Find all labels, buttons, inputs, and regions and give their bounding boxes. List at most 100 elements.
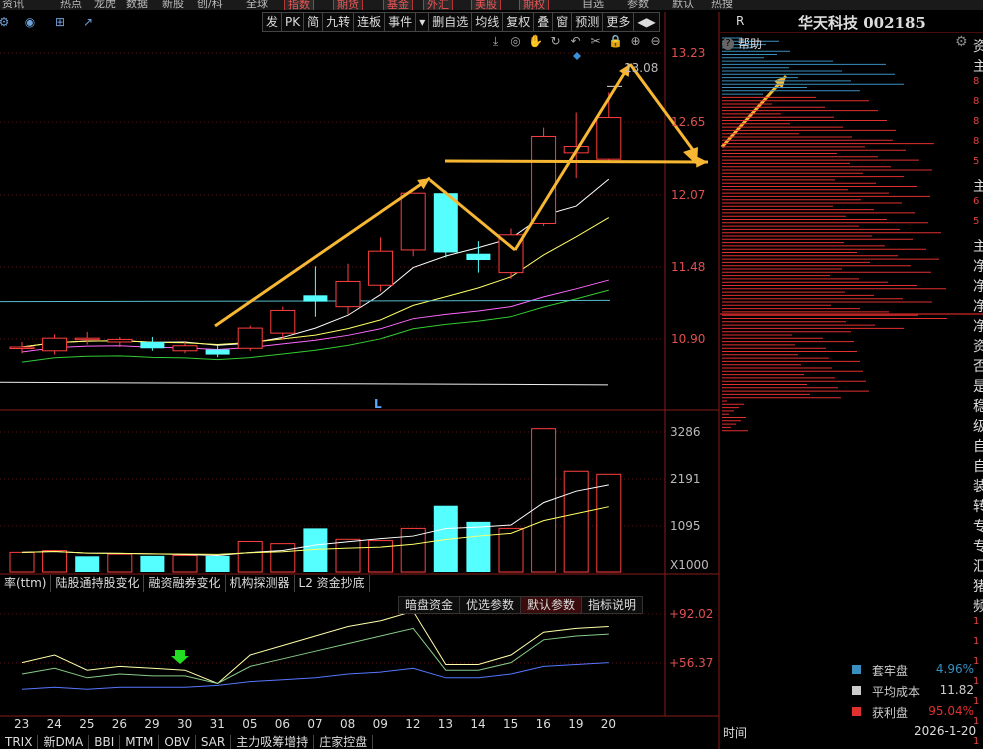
volume-bar	[498, 527, 524, 573]
candle-body	[531, 135, 557, 224]
top-nav-item[interactable]: 期货	[333, 0, 363, 10]
help-button[interactable]: ? 帮助	[722, 35, 762, 52]
top-nav-item[interactable]: 默认	[672, 0, 694, 10]
bottom-tab[interactable]: TRIX	[0, 735, 39, 749]
param-tab[interactable]: 默认参数	[520, 596, 583, 614]
edge-char: 自	[973, 439, 983, 455]
edge-char: 1	[973, 676, 980, 687]
top-nav-item[interactable]: 热搜	[711, 0, 733, 10]
gear-icon[interactable]: ⚙	[0, 12, 14, 32]
top-nav-item[interactable]: 参数	[627, 0, 649, 10]
edge-char: 是	[973, 379, 983, 395]
chart-tab[interactable]: 事件	[384, 12, 417, 32]
annotation-line	[628, 63, 695, 151]
top-nav-item[interactable]: 全球	[246, 0, 268, 10]
legend-row: 获利盘 95.04%	[850, 704, 974, 720]
top-nav-item[interactable]: 基金	[383, 0, 413, 10]
zoom-in-icon[interactable]: ⊕	[628, 34, 643, 49]
share-icon[interactable]: ↗	[78, 12, 98, 32]
top-nav-item[interactable]: 新股	[162, 0, 184, 10]
chart-tab[interactable]: 叠	[533, 12, 554, 32]
bottom-tab[interactable]: BBI	[89, 735, 121, 749]
stock-title: 华天科技 002185	[798, 14, 926, 32]
lock-icon[interactable]: 🔒	[608, 34, 623, 49]
chart-tab[interactable]: 均线	[471, 12, 504, 32]
eye-icon[interactable]: ◉	[20, 12, 40, 32]
indicator-tab[interactable]: 融资融券变化	[144, 575, 226, 592]
edge-char: 专	[973, 539, 983, 555]
chart-tab[interactable]: 连板	[353, 12, 386, 32]
chart-tab[interactable]: 简	[303, 12, 324, 32]
edge-char: 8	[973, 96, 980, 107]
top-nav-item[interactable]: 自选	[582, 0, 604, 10]
indicator-line-2	[21, 627, 609, 685]
param-tab[interactable]: 指标说明	[581, 596, 644, 614]
indicator-tab[interactable]: L2 资金抄底	[295, 575, 370, 592]
edge-char: 主	[973, 59, 983, 75]
bottom-tab[interactable]: 庄家控盘	[314, 735, 374, 749]
volume-bar	[140, 555, 165, 572]
top-nav-item[interactable]: 资讯	[2, 0, 24, 10]
indicator-tab[interactable]: 机构探测器	[226, 575, 295, 592]
zoom-out-icon[interactable]: ⊖	[648, 34, 663, 49]
indicator-line-3	[21, 662, 609, 690]
bottom-tab[interactable]: 主力吸筹增持	[231, 735, 315, 749]
annotation-arrow-head	[417, 178, 430, 190]
indicator-tab[interactable]: 陆股通持股变化	[51, 575, 145, 592]
edge-char: 频	[973, 599, 983, 615]
edge-char: 自	[973, 459, 983, 475]
high-price-label: 13.08	[624, 61, 659, 75]
edge-char: 级	[973, 419, 983, 435]
candle-body	[42, 337, 68, 352]
chart-tab[interactable]: PK	[281, 12, 305, 32]
chart-tab[interactable]: 更多	[602, 12, 635, 32]
param-tab[interactable]: 暗盘资金	[398, 596, 461, 614]
top-nav-item[interactable]: 指数	[284, 0, 314, 10]
chart-tab[interactable]: ◀▶	[633, 12, 660, 32]
bottom-tab[interactable]: SAR	[196, 735, 232, 749]
chart-tab[interactable]: 窗	[552, 12, 573, 32]
pin-icon[interactable]: ⤓	[488, 34, 503, 49]
top-nav-item[interactable]: 期权	[519, 0, 549, 10]
candle-body	[400, 192, 426, 251]
settings-icon[interactable]: ⚙	[955, 34, 968, 50]
bottom-tab[interactable]: 新DMA	[38, 735, 90, 749]
scissors-icon[interactable]: ✂	[588, 34, 603, 49]
undo-icon[interactable]: ↶	[568, 34, 583, 49]
bottom-tab[interactable]: OBV	[159, 735, 196, 749]
edge-char: 资	[973, 339, 983, 355]
volume-tick-label: 3286	[670, 425, 701, 439]
candle-body	[237, 327, 263, 349]
date-label: 15	[503, 717, 519, 731]
chart-tab[interactable]: 发	[262, 12, 283, 32]
indicator-tab[interactable]: 率(ttm)	[0, 575, 52, 592]
legend-value: 11.82	[939, 683, 974, 697]
candle-body	[140, 341, 165, 349]
chart-tab[interactable]: 复权	[502, 12, 535, 32]
top-nav-item[interactable]: 美股	[471, 0, 501, 10]
buy-arrow-icon	[171, 650, 189, 664]
bottom-tab[interactable]: MTM	[120, 735, 160, 749]
eye-icon[interactable]: ◎	[508, 34, 523, 49]
indicator-tick-label: +56.37	[669, 656, 714, 670]
chart-tab[interactable]: 删自选	[428, 12, 473, 32]
top-nav-item[interactable]: 龙虎	[94, 0, 116, 10]
volume-bar	[172, 554, 198, 573]
chart-tab[interactable]: 预测	[571, 12, 604, 32]
date-label: 06	[274, 717, 291, 731]
hand-icon[interactable]: ✋	[528, 34, 543, 49]
edge-char: 装	[973, 479, 983, 495]
help-label: 帮助	[738, 37, 763, 51]
edge-char: 资	[973, 39, 983, 55]
top-nav-item[interactable]: 创/科	[197, 0, 223, 10]
chart-tab[interactable]: ▾	[415, 12, 430, 32]
date-label: 09	[372, 717, 388, 731]
refresh-icon[interactable]: ↻	[548, 34, 563, 49]
top-nav-item[interactable]: 外汇	[423, 0, 453, 10]
legend-value: 4.96%	[935, 662, 974, 676]
chart-tab[interactable]: 九转	[322, 12, 355, 32]
top-nav-item[interactable]: 数据	[126, 0, 148, 10]
param-tab[interactable]: 优选参数	[459, 596, 522, 614]
grid-icon[interactable]: ⊞	[50, 12, 70, 32]
top-nav-item[interactable]: 热点	[60, 0, 82, 10]
